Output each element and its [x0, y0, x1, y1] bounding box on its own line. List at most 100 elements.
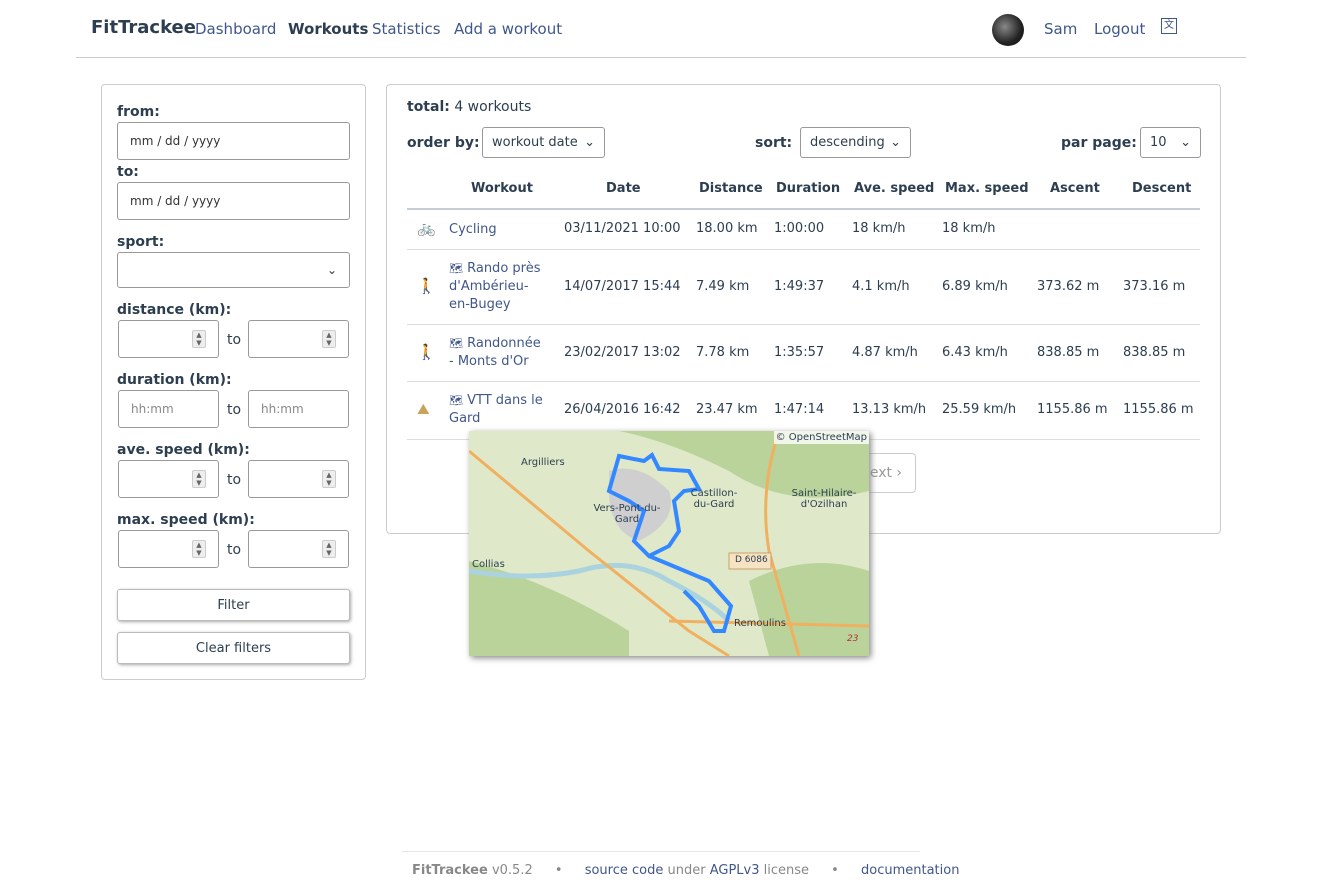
map-attribution[interactable]: © OpenStreetMap	[773, 431, 869, 444]
avatar[interactable]	[992, 14, 1024, 46]
table-row[interactable]: 🚶 🗺 Randonnée - Monts d'Or 23/02/2017 13:0…	[387, 324, 1220, 382]
header-descent: Descent	[1132, 181, 1192, 196]
header-duration: Duration	[776, 181, 841, 196]
cell-date: 26/04/2016 16:42	[564, 402, 681, 417]
to-date-input[interactable]: mm / dd / yyyy	[117, 182, 350, 220]
order-by-select[interactable]: workout date ⌄	[482, 127, 605, 158]
clear-filters-button[interactable]: Clear filters	[117, 632, 350, 664]
per-page-label: par page:	[1061, 135, 1137, 151]
to-text: to	[227, 402, 242, 418]
spinner-icon[interactable]: ▲ ▼	[192, 470, 206, 488]
duration-max-input[interactable]: hh:mm	[248, 390, 349, 428]
workout-title-link[interactable]: 🗺 VTT dans le Gard	[449, 392, 549, 428]
map-label: Saint-Hilaire-d'Ozilhan	[791, 488, 857, 510]
hiking-icon: 🚶	[417, 342, 436, 361]
distance-label: distance (km):	[117, 302, 232, 318]
to-text: to	[227, 472, 242, 488]
sport-label: sport:	[117, 234, 165, 250]
map-road-label: D 6086	[735, 555, 768, 565]
cell-duration: 1:47:14	[774, 402, 825, 417]
sport-select[interactable]: ⌄	[117, 252, 350, 288]
per-page-select[interactable]: 10 ⌄	[1140, 127, 1201, 158]
cell-duration: 1:35:57	[774, 344, 825, 360]
ave-speed-min-input[interactable]: ▲ ▼	[118, 460, 219, 498]
chevron-down-icon: ⌄	[1180, 135, 1191, 150]
ave-speed-label: ave. speed (km):	[117, 442, 250, 458]
workout-title-link[interactable]: 🗺 Randonnée - Monts d'Or	[449, 335, 549, 371]
header-distance[interactable]: Distance	[699, 181, 763, 196]
map-road-label: 23	[847, 634, 859, 644]
header-ave-speed: Ave. speed	[854, 181, 935, 196]
cell-distance: 7.49 km	[696, 278, 750, 294]
header-ascent: Ascent	[1050, 181, 1100, 196]
distance-max-input[interactable]: ▲ ▼	[248, 320, 349, 358]
cell-ave: 13.13 km/h	[852, 402, 927, 417]
workout-title-link[interactable]: 🗺 Rando près d'Ambérieu-en-Bugey	[449, 260, 549, 314]
spinner-icon[interactable]: ▲ ▼	[192, 330, 206, 348]
license-link[interactable]: AGPLv3	[710, 863, 760, 878]
nav-add-workout[interactable]: Add a workout	[454, 20, 562, 38]
cell-ave: 4.87 km/h	[852, 344, 918, 360]
hiking-icon: 🚶	[417, 276, 436, 295]
nav-statistics[interactable]: Statistics	[372, 20, 441, 38]
documentation-link[interactable]: documentation	[861, 863, 959, 878]
footer-divider	[402, 851, 920, 852]
max-speed-min-input[interactable]: ▲ ▼	[118, 530, 219, 568]
cell-ave: 18 km/h	[852, 221, 906, 236]
spinner-icon[interactable]: ▲ ▼	[192, 540, 206, 558]
cell-ascent: 1155.86 m	[1037, 402, 1108, 417]
nav-user[interactable]: Sam	[1044, 20, 1077, 38]
header-date: Date	[606, 181, 641, 196]
distance-min-input[interactable]: ▲ ▼	[118, 320, 219, 358]
order-by-label: order by:	[407, 135, 480, 151]
map-icon: 🗺	[449, 262, 463, 275]
cell-ascent: 838.85 m	[1037, 344, 1100, 360]
max-speed-max-input[interactable]: ▲ ▼	[248, 530, 349, 568]
duration-min-input[interactable]: hh:mm	[118, 390, 219, 428]
spinner-icon[interactable]: ▲ ▼	[322, 470, 336, 488]
map-icon: 🗺	[449, 394, 463, 407]
source-code-link[interactable]: source code	[585, 863, 664, 878]
cell-date: 03/11/2021 10:00	[564, 221, 681, 236]
sort-label: sort:	[755, 135, 793, 151]
workout-title-link[interactable]: Cycling	[449, 221, 549, 239]
cell-ave: 4.1 km/h	[852, 278, 910, 294]
from-label: from:	[117, 104, 160, 120]
chevron-down-icon: ⌄	[326, 263, 337, 277]
cell-max: 6.89 km/h	[942, 278, 1008, 294]
ave-speed-max-input[interactable]: ▲ ▼	[248, 460, 349, 498]
sort-select[interactable]: descending ⌄	[800, 127, 911, 158]
cell-max: 18 km/h	[942, 221, 996, 236]
map-label: Castillon-du-Gard	[690, 488, 738, 510]
header-max-speed: Max. speed	[945, 181, 1029, 196]
table-row[interactable]: 🚲 Cycling 03/11/2021 10:00 18.00 km 1:00:00 1…	[387, 209, 1220, 250]
cell-duration: 1:49:37	[774, 278, 825, 294]
cell-distance: 23.47 km	[696, 402, 758, 417]
from-date-input[interactable]: mm / dd / yyyy	[117, 122, 350, 160]
brand-logo[interactable]: FitTrackee	[91, 17, 196, 38]
cell-descent: 1155.86 m	[1123, 402, 1194, 417]
to-text: to	[227, 542, 242, 558]
map-icon: 🗺	[449, 337, 463, 350]
workout-map-preview[interactable]: © OpenStreetMap Argilliers Castillon-du-…	[469, 431, 869, 656]
map-label: Vers-Pont-du-Gard	[593, 503, 661, 525]
nav-dashboard[interactable]: Dashboard	[195, 20, 276, 38]
cell-duration: 1:00:00	[774, 221, 825, 236]
spinner-icon[interactable]: ▲ ▼	[322, 330, 336, 348]
map-label: Argilliers	[521, 457, 565, 468]
nav-workouts[interactable]: Workouts	[288, 20, 368, 38]
navbar: FitTrackee Dashboard Workouts Statistics…	[76, 0, 1246, 58]
cell-date: 23/02/2017 13:02	[564, 344, 681, 360]
duration-label: duration (km):	[117, 372, 232, 388]
cell-date: 14/07/2017 15:44	[564, 278, 681, 294]
cell-max: 6.43 km/h	[942, 344, 1008, 360]
table-row[interactable]: 🚶 🗺 Rando près d'Ambérieu-en-Bugey 14/07/2…	[387, 249, 1220, 325]
filters-panel: from: mm / dd / yyyy to: mm / dd / yyyy …	[101, 84, 366, 680]
translate-icon[interactable]: 文	[1161, 18, 1177, 34]
cell-max: 25.59 km/h	[942, 402, 1017, 417]
filter-button[interactable]: Filter	[117, 589, 350, 621]
cell-ascent: 373.62 m	[1037, 278, 1100, 294]
nav-logout[interactable]: Logout	[1094, 20, 1145, 38]
spinner-icon[interactable]: ▲ ▼	[322, 540, 336, 558]
cell-distance: 18.00 km	[696, 221, 758, 236]
